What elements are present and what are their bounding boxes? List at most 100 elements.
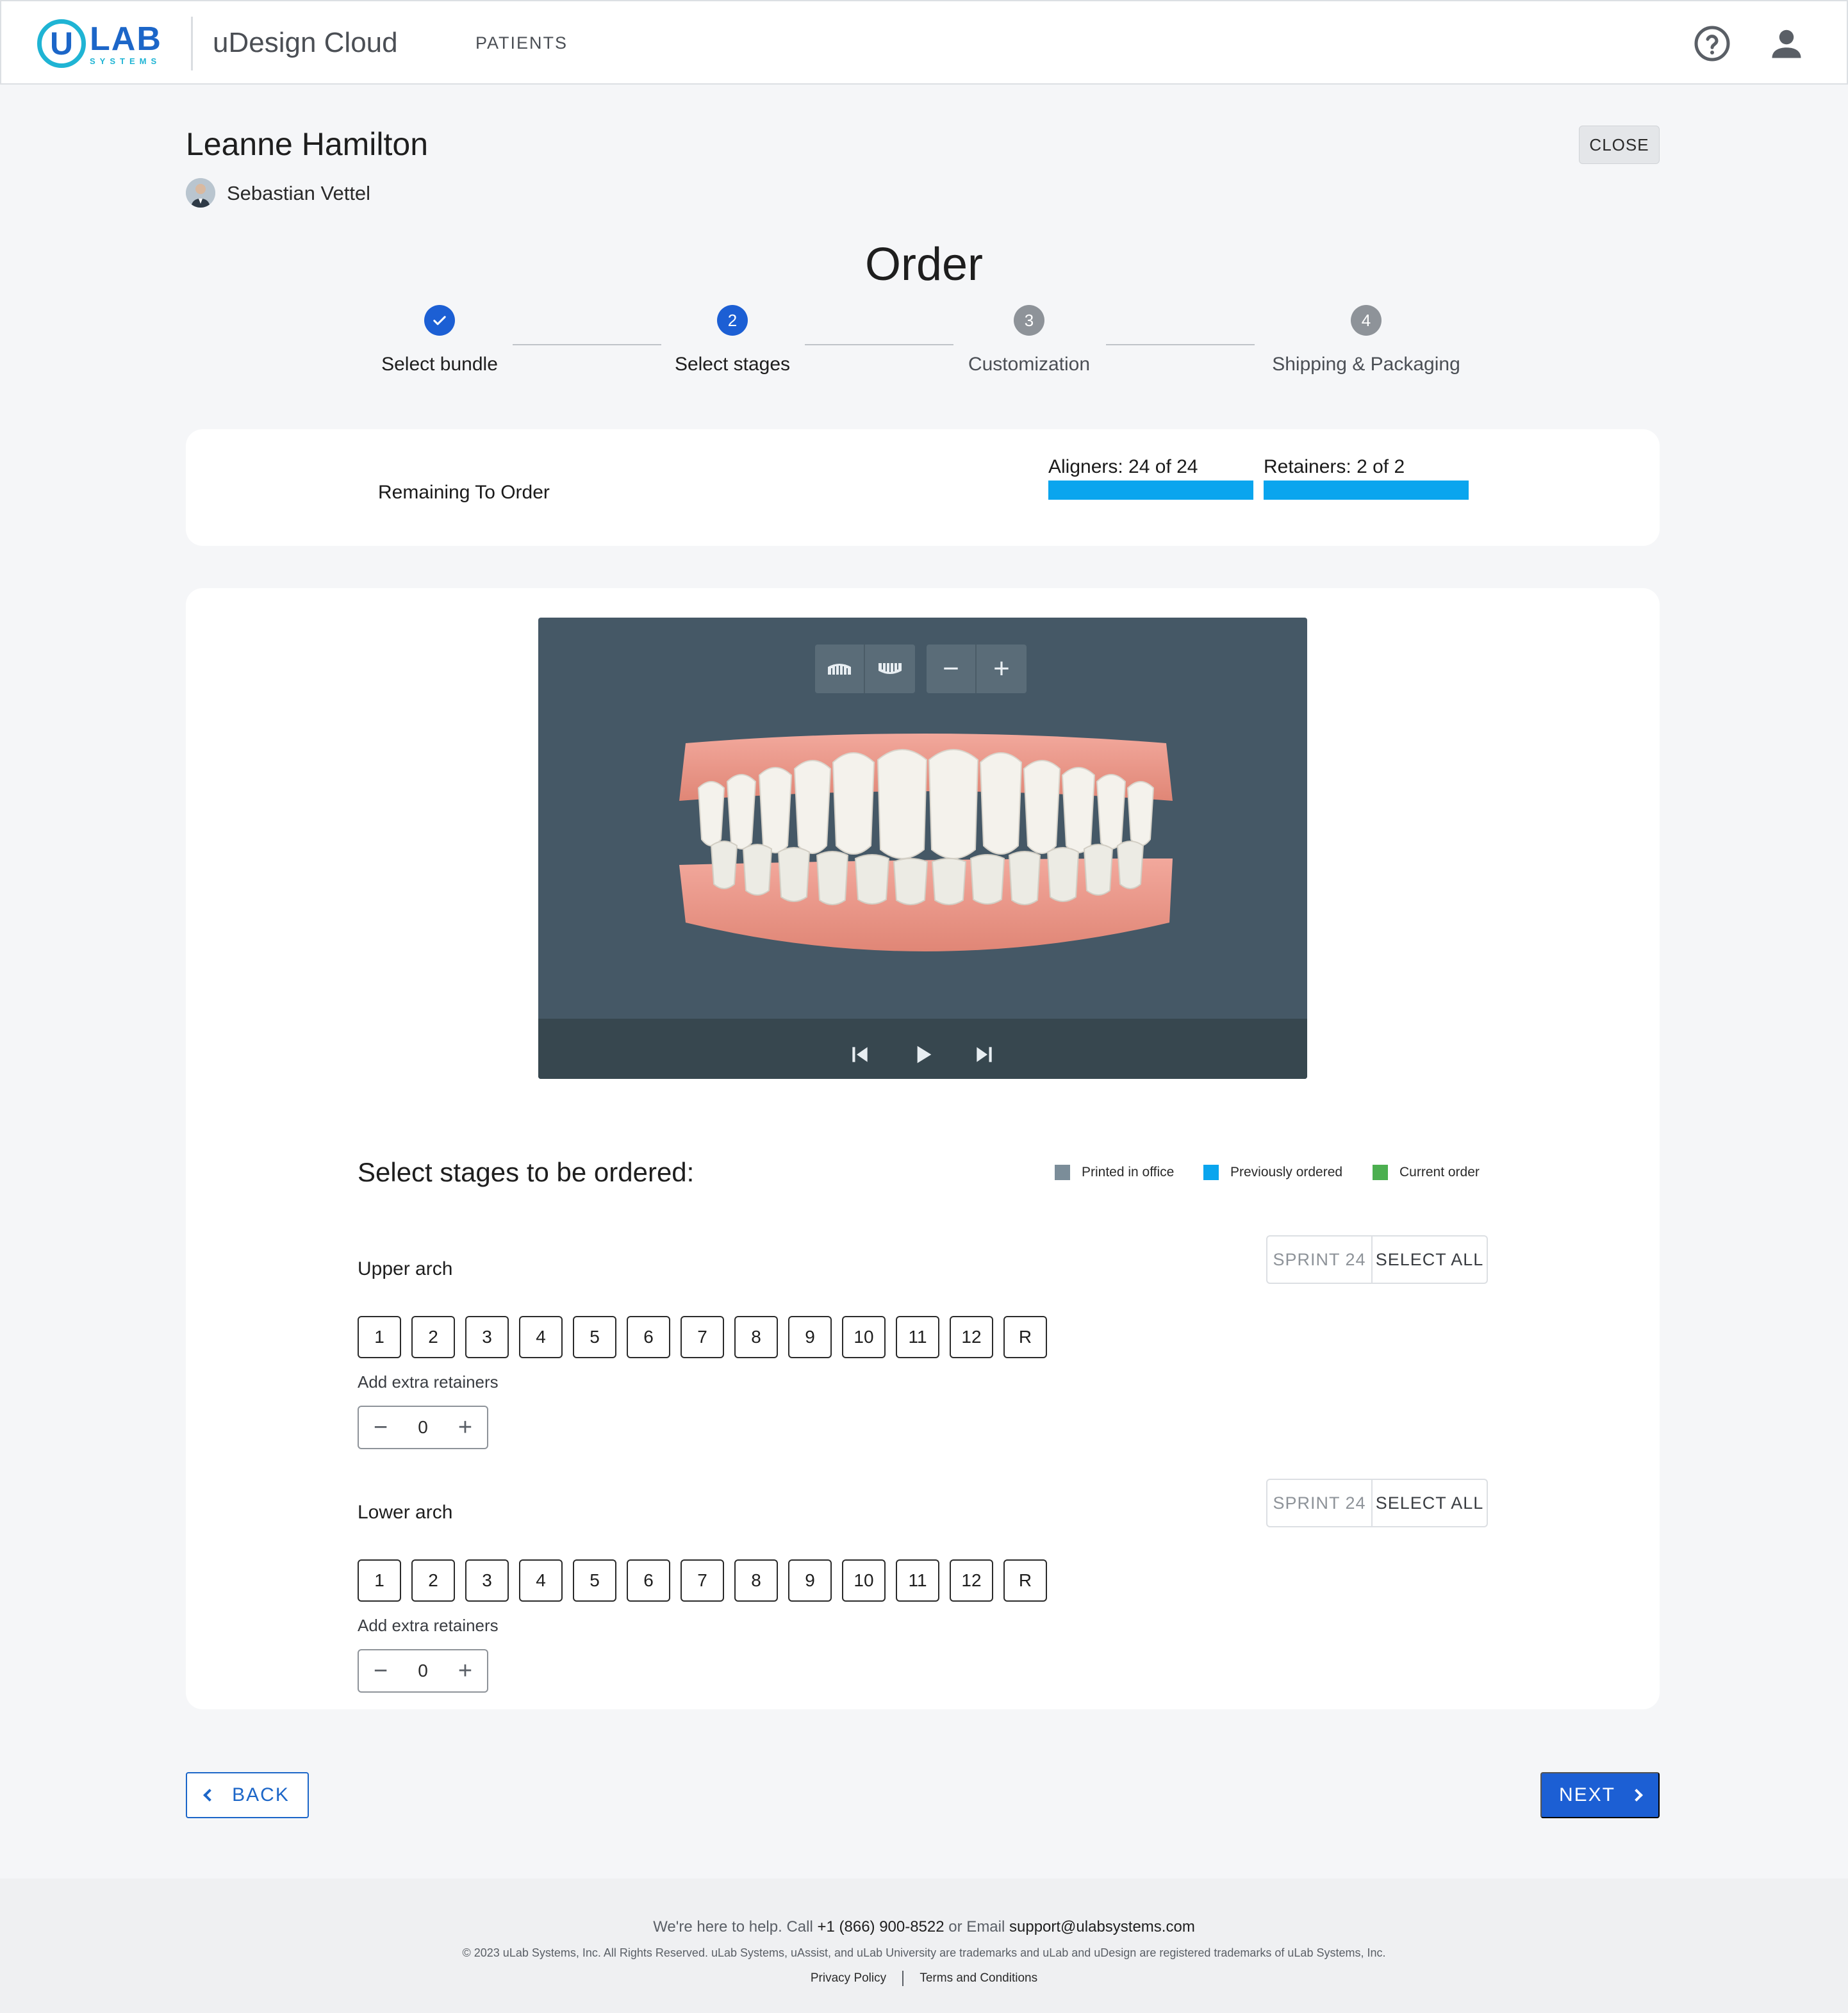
next-label: NEXT	[1558, 1784, 1615, 1805]
lower-stage-button[interactable]: 12	[950, 1559, 993, 1602]
upper-arch-select-group: SPRINT 24 SELECT ALL	[1266, 1235, 1488, 1284]
lower-stage-button[interactable]: 4	[519, 1559, 563, 1602]
step-label: Customization	[968, 354, 1091, 375]
aligners-label: Aligners: 24 of 24	[1048, 456, 1198, 477]
retainers-label: Retainers: 2 of 2	[1264, 456, 1405, 477]
aligners-progress: Aligners: 24 of 24	[1048, 456, 1253, 500]
lower-stage-button[interactable]: 1	[358, 1559, 401, 1602]
upper-stage-button[interactable]: 5	[573, 1316, 616, 1358]
close-button[interactable]: CLOSE	[1579, 126, 1660, 164]
play-icon[interactable]	[910, 1042, 936, 1067]
upper-extra-retainers-stepper: − 0 +	[358, 1406, 488, 1449]
lower-stage-button[interactable]: 10	[842, 1559, 886, 1602]
upper-stage-list: 1 2 3 4 5 6 7 8 9 10 11 12 R	[358, 1316, 1057, 1358]
plus-icon[interactable]: +	[452, 1414, 478, 1442]
lower-arch-label: Lower arch	[358, 1502, 453, 1523]
footer-email-link[interactable]: support@ulabsystems.com	[1009, 1918, 1195, 1935]
remaining-card: Remaining To Order Aligners: 24 of 24 Re…	[186, 429, 1660, 546]
upper-stage-button[interactable]: 6	[627, 1316, 670, 1358]
arch-toggle-group	[815, 645, 915, 693]
step-connector	[805, 344, 953, 345]
upper-stage-button[interactable]: 12	[950, 1316, 993, 1358]
privacy-policy-link[interactable]: Privacy Policy	[811, 1971, 886, 1985]
step-number: 3	[1014, 305, 1044, 336]
upper-extra-retainers-value[interactable]: 0	[418, 1417, 428, 1438]
upper-arch-icon[interactable]	[815, 645, 865, 693]
upper-stage-button[interactable]: 3	[465, 1316, 509, 1358]
check-icon	[424, 305, 455, 336]
step-select-bundle[interactable]: Select bundle	[375, 305, 504, 375]
zoom-group: − +	[927, 645, 1027, 693]
chevron-left-icon	[203, 1789, 217, 1802]
upper-sprint-button[interactable]: SPRINT 24	[1267, 1237, 1373, 1283]
top-app-bar: U LAB SYSTEMS uDesign Cloud PATIENTS	[0, 0, 1848, 85]
upper-stage-button[interactable]: 4	[519, 1316, 563, 1358]
upper-arch-label: Upper arch	[358, 1258, 453, 1279]
step-shipping-packaging[interactable]: 4 Shipping & Packaging	[1270, 305, 1462, 375]
step-select-stages[interactable]: 2 Select stages	[668, 305, 796, 375]
next-button[interactable]: NEXT	[1540, 1772, 1660, 1818]
avatar-icon	[186, 178, 215, 208]
upper-retainer-button[interactable]: R	[1003, 1316, 1047, 1358]
lower-stage-button[interactable]: 5	[573, 1559, 616, 1602]
upper-stage-button[interactable]: 2	[411, 1316, 455, 1358]
playback-bar	[538, 1019, 1307, 1079]
lower-stage-button[interactable]: 8	[734, 1559, 778, 1602]
lower-retainer-button[interactable]: R	[1003, 1559, 1047, 1602]
step-connector	[513, 344, 661, 345]
footer-copyright: © 2023 uLab Systems, Inc. All Rights Res…	[462, 1946, 1386, 1959]
doctor-avatar	[186, 178, 215, 208]
retainers-bar	[1264, 481, 1469, 500]
lower-extra-retainers-value[interactable]: 0	[418, 1661, 428, 1681]
legend-swatch	[1055, 1165, 1070, 1180]
help-circle-icon[interactable]	[1693, 24, 1731, 63]
upper-extra-retainers-label: Add extra retainers	[358, 1372, 499, 1392]
account-icon[interactable]	[1767, 24, 1806, 63]
footer-help: We're here to help. Call +1 (866) 900-85…	[0, 1918, 1848, 1936]
zoom-in-icon[interactable]: +	[977, 645, 1027, 693]
lower-stage-button[interactable]: 11	[896, 1559, 939, 1602]
upper-stage-button[interactable]: 10	[842, 1316, 886, 1358]
page-title: Order	[864, 239, 984, 290]
3d-viewer[interactable]: − +	[538, 618, 1307, 1079]
legend-swatch	[1373, 1165, 1388, 1180]
upper-stage-button[interactable]: 9	[788, 1316, 832, 1358]
footer-phone-link[interactable]: +1 (866) 900-8522	[817, 1918, 944, 1935]
minus-icon[interactable]: −	[368, 1657, 393, 1685]
lower-stage-button[interactable]: 2	[411, 1559, 455, 1602]
upper-stage-button[interactable]: 1	[358, 1316, 401, 1358]
ulab-logo[interactable]: U LAB SYSTEMS	[37, 19, 162, 68]
legend-label: Previously ordered	[1230, 1165, 1343, 1179]
lower-stage-button[interactable]: 6	[627, 1559, 670, 1602]
upper-stage-button[interactable]: 11	[896, 1316, 939, 1358]
zoom-out-icon[interactable]: −	[927, 645, 977, 693]
skip-end-icon[interactable]	[971, 1042, 997, 1067]
lower-sprint-button[interactable]: SPRINT 24	[1267, 1480, 1373, 1526]
lower-arch-select-group: SPRINT 24 SELECT ALL	[1266, 1479, 1488, 1527]
step-label: Select stages	[674, 354, 791, 375]
skip-start-icon[interactable]	[847, 1042, 873, 1067]
logo-u-mark: U	[37, 19, 86, 68]
minus-icon[interactable]: −	[368, 1414, 393, 1442]
plus-icon[interactable]: +	[452, 1657, 478, 1685]
lower-extra-retainers-label: Add extra retainers	[358, 1616, 499, 1635]
teeth-model-image	[679, 734, 1173, 951]
upper-stage-button[interactable]: 8	[734, 1316, 778, 1358]
retainers-progress: Retainers: 2 of 2	[1264, 456, 1469, 500]
lower-stage-button[interactable]: 7	[681, 1559, 724, 1602]
lower-arch-icon[interactable]	[865, 645, 915, 693]
upper-stage-button[interactable]: 7	[681, 1316, 724, 1358]
nav-patients-link[interactable]: PATIENTS	[475, 33, 568, 53]
back-button[interactable]: BACK	[186, 1772, 309, 1818]
lower-select-all-button[interactable]: SELECT ALL	[1373, 1480, 1487, 1526]
step-customization[interactable]: 3 Customization	[965, 305, 1093, 375]
doctor-name: Sebastian Vettel	[227, 182, 371, 204]
upper-select-all-button[interactable]: SELECT ALL	[1373, 1237, 1487, 1283]
lower-stage-button[interactable]: 9	[788, 1559, 832, 1602]
back-label: BACK	[232, 1784, 290, 1805]
lower-stage-button[interactable]: 3	[465, 1559, 509, 1602]
step-label: Shipping & Packaging	[1272, 354, 1460, 375]
terms-link[interactable]: Terms and Conditions	[920, 1971, 1037, 1985]
aligners-bar	[1048, 481, 1253, 500]
legend-printed: Printed in office	[1055, 1165, 1174, 1180]
